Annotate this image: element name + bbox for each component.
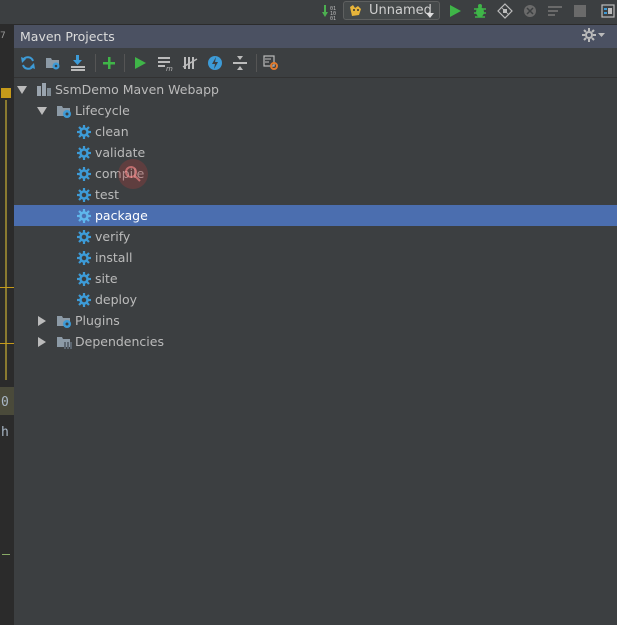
tree-node-goal-verify[interactable]: verify	[14, 226, 617, 247]
dependencies-label: Dependencies	[75, 334, 164, 349]
tree-node-dependencies[interactable]: Dependencies	[14, 331, 617, 352]
svg-text:m: m	[166, 65, 173, 71]
tree-node-plugins[interactable]: Plugins	[14, 310, 617, 331]
goal-label: test	[95, 187, 120, 202]
expand-arrow-icon[interactable]	[17, 85, 27, 95]
gear-icon	[582, 28, 596, 42]
tree-node-goal-compile[interactable]: compile	[14, 159, 617, 189]
tree-node-goal-package[interactable]: package	[14, 205, 617, 226]
toggle-offline-mode-icon[interactable]	[181, 54, 199, 72]
panel-title: Maven Projects	[20, 29, 115, 44]
gear-icon	[76, 208, 92, 224]
gear-icon	[76, 250, 92, 266]
stop-icon[interactable]	[571, 2, 589, 20]
goal-label: site	[95, 271, 118, 286]
goal-label: clean	[95, 124, 129, 139]
plugins-label: Plugins	[75, 313, 120, 328]
maven-projects-panel: Maven Projects m SsmDemo Maven Webapp Li…	[14, 25, 617, 625]
bookmark-marker	[1, 88, 11, 98]
expand-arrow-icon[interactable]	[37, 336, 47, 347]
generate-sources-icon[interactable]	[44, 54, 62, 72]
goal-label: deploy	[95, 292, 138, 307]
goal-label: verify	[95, 229, 131, 244]
chevron-down-icon	[426, 7, 434, 22]
execute-maven-goal-icon[interactable]: m	[156, 54, 174, 72]
gear-icon	[76, 292, 92, 308]
gear-icon	[76, 145, 92, 161]
run-icon[interactable]	[446, 2, 464, 20]
reimport-icon[interactable]	[19, 54, 37, 72]
expand-arrow-icon[interactable]	[37, 315, 47, 326]
skip-tests-icon[interactable]	[206, 54, 224, 72]
code-fragment: h	[1, 425, 9, 440]
lifecycle-label: Lifecycle	[75, 103, 130, 118]
toolbar-separator	[256, 54, 257, 72]
run-maven-build-icon[interactable]	[131, 54, 149, 72]
marker-line	[2, 554, 10, 555]
tree-node-goal-test[interactable]: test	[14, 184, 617, 205]
svg-text:01: 01	[330, 16, 336, 20]
gear-icon	[76, 166, 92, 182]
project-structure-icon[interactable]	[600, 2, 617, 20]
coverage-icon[interactable]	[496, 2, 514, 20]
profile-icon[interactable]	[521, 2, 539, 20]
add-maven-project-icon[interactable]	[100, 54, 118, 72]
collapse-all-icon[interactable]	[231, 54, 249, 72]
tree-node-lifecycle[interactable]: Lifecycle	[14, 100, 617, 121]
run-config-label: Unnamed	[369, 3, 432, 18]
lifecycle-folder-icon	[56, 103, 72, 119]
tree-node-goal-validate[interactable]: validate	[14, 142, 617, 163]
build-icon[interactable]	[546, 2, 564, 20]
tree-node-goal-deploy[interactable]: deploy	[14, 289, 617, 310]
goal-label: validate	[95, 145, 146, 160]
main-toolbar: 01 10 01 Unnamed	[0, 0, 617, 25]
tree-node-goal-site[interactable]: site	[14, 268, 617, 289]
project-label: SsmDemo Maven Webapp	[55, 82, 219, 97]
panel-settings-button[interactable]	[582, 28, 605, 42]
debug-icon[interactable]	[471, 2, 489, 20]
editor-gutter-strip: 7 0 h	[0, 25, 15, 625]
toolbar-separator	[95, 54, 96, 72]
expand-arrow-icon[interactable]	[37, 106, 47, 116]
chevron-down-icon	[598, 32, 605, 37]
scope-indicator	[5, 100, 7, 380]
run-configuration-selector[interactable]: Unnamed	[343, 1, 440, 20]
tree-node-goal-clean[interactable]: clean	[14, 121, 617, 142]
marker-line	[0, 287, 14, 288]
toolbar-separator	[124, 54, 125, 72]
goal-label: package	[95, 208, 148, 223]
maven-project-icon	[36, 82, 52, 98]
code-fragment: 0	[1, 395, 9, 410]
gear-icon	[76, 187, 92, 203]
gear-icon	[76, 229, 92, 245]
panel-header: Maven Projects	[14, 25, 617, 48]
vcs-update-icon[interactable]: 01 10 01	[322, 2, 340, 20]
download-sources-icon[interactable]	[69, 54, 87, 72]
plugins-folder-icon	[56, 313, 72, 329]
gutter-line-number: 7	[0, 31, 6, 41]
gear-icon	[76, 271, 92, 287]
marker-line	[0, 343, 14, 344]
maven-settings-icon[interactable]	[262, 54, 280, 72]
tomcat-icon	[348, 3, 364, 19]
dependencies-folder-icon	[56, 334, 72, 350]
tree-node-project[interactable]: SsmDemo Maven Webapp	[14, 79, 617, 100]
tree-node-goal-install[interactable]: install	[14, 247, 617, 268]
goal-label: install	[95, 250, 133, 265]
gear-icon	[76, 124, 92, 140]
maven-toolbar: m	[14, 49, 617, 78]
